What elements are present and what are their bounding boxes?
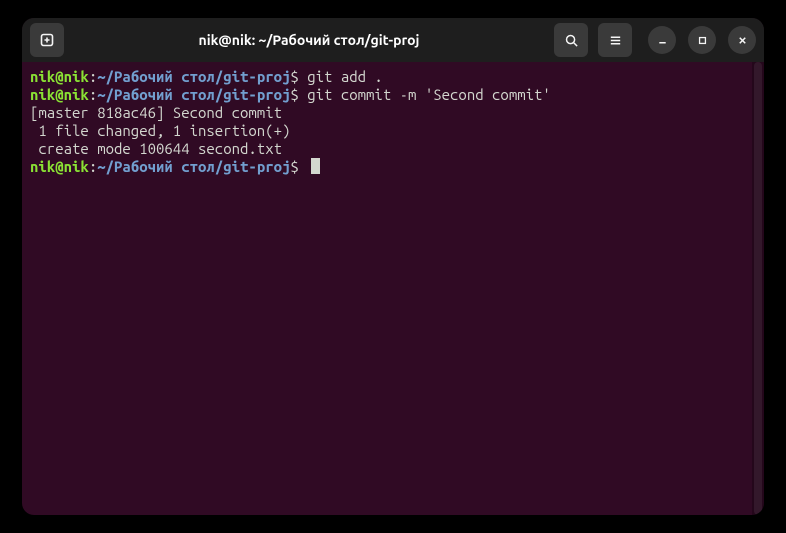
prompt-symbol: $ xyxy=(290,68,307,85)
command-text: git add . xyxy=(307,68,383,85)
headerbar: nik@nik: ~/Рабочий стол/git-proj xyxy=(22,18,764,62)
terminal-line: nik@nik:~/Рабочий стол/git-proj$ xyxy=(30,158,756,176)
prompt-colon: : xyxy=(89,68,97,85)
window-controls xyxy=(648,26,756,54)
minimize-icon xyxy=(657,35,668,46)
prompt-path: ~/Рабочий стол/git-proj xyxy=(97,86,290,103)
close-icon xyxy=(737,35,748,46)
new-tab-icon xyxy=(39,32,55,48)
cursor xyxy=(311,158,320,174)
maximize-icon xyxy=(697,35,708,46)
new-tab-button[interactable] xyxy=(30,23,64,57)
window-title: nik@nik: ~/Рабочий стол/git-proj xyxy=(72,32,546,48)
prompt-path: ~/Рабочий стол/git-proj xyxy=(97,68,290,85)
terminal-line: [master 818ac46] Second commit xyxy=(30,104,756,122)
terminal-line: 1 file changed, 1 insertion(+) xyxy=(30,122,756,140)
terminal-line: nik@nik:~/Рабочий стол/git-proj$ git com… xyxy=(30,86,756,104)
scrollbar[interactable] xyxy=(752,62,764,515)
prompt-colon: : xyxy=(89,86,97,103)
prompt-path: ~/Рабочий стол/git-proj xyxy=(97,158,290,175)
prompt-user: nik@nik xyxy=(30,86,89,103)
terminal-window: nik@nik: ~/Рабочий стол/git-proj xyxy=(22,18,764,515)
minimize-button[interactable] xyxy=(648,26,676,54)
scroll-thumb[interactable] xyxy=(754,62,762,515)
command-text: git commit -m 'Second commit' xyxy=(307,86,551,103)
terminal-line: nik@nik:~/Рабочий стол/git-proj$ git add… xyxy=(30,68,756,86)
prompt-symbol: $ xyxy=(290,158,307,175)
maximize-button[interactable] xyxy=(688,26,716,54)
close-button[interactable] xyxy=(728,26,756,54)
prompt-colon: : xyxy=(89,158,97,175)
prompt-user: nik@nik xyxy=(30,158,89,175)
terminal-line: create mode 100644 second.txt xyxy=(30,140,756,158)
headerbar-right xyxy=(554,23,756,57)
prompt-symbol: $ xyxy=(290,86,307,103)
hamburger-icon xyxy=(608,33,623,48)
prompt-user: nik@nik xyxy=(30,68,89,85)
search-icon xyxy=(564,33,579,48)
search-button[interactable] xyxy=(554,23,588,57)
menu-button[interactable] xyxy=(598,23,632,57)
terminal-body[interactable]: nik@nik:~/Рабочий стол/git-proj$ git add… xyxy=(22,62,764,515)
